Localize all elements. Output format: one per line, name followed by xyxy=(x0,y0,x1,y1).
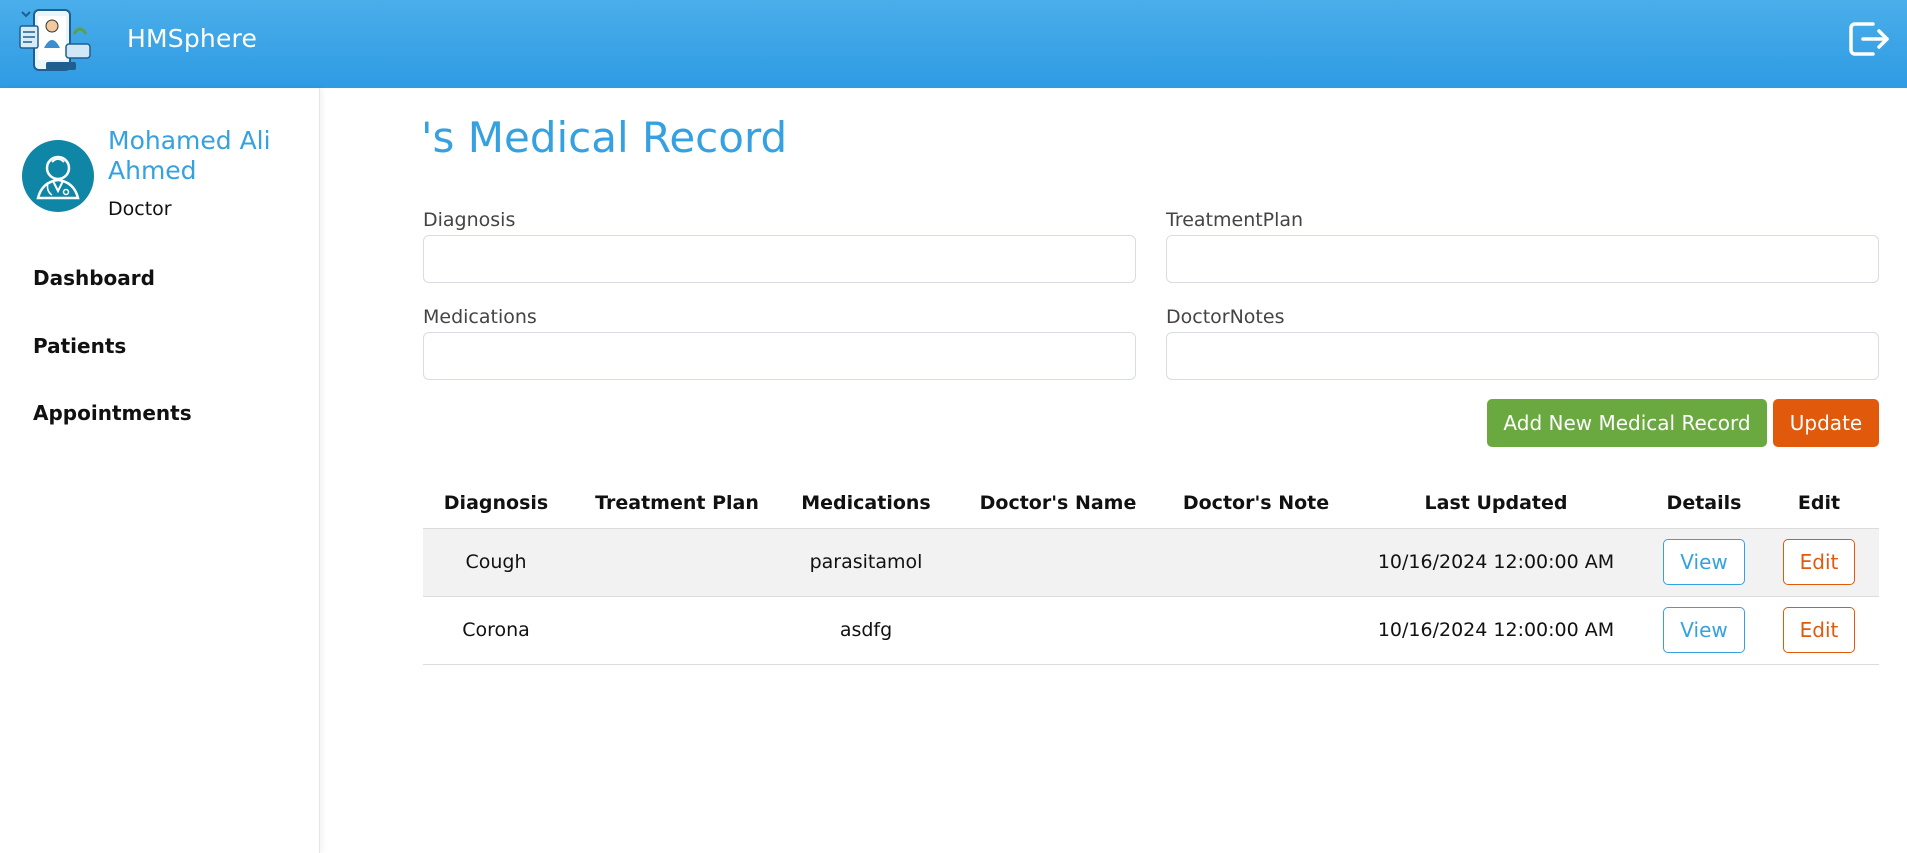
edit-button[interactable]: Edit xyxy=(1782,539,1856,585)
header-last-updated: Last Updated xyxy=(1424,491,1568,514)
cell-last-updated: 10/16/2024 12:00:00 AM xyxy=(1343,527,1649,596)
user-role: Doctor xyxy=(108,198,172,220)
update-button[interactable]: Update xyxy=(1773,399,1879,447)
header-treatment-plan: Treatment Plan xyxy=(595,491,759,514)
header-medications: Medications xyxy=(801,491,931,514)
medical-app-logo-icon[interactable] xyxy=(18,4,96,78)
cell-details: View xyxy=(1649,527,1759,596)
top-bar: HMSphere xyxy=(0,0,1907,88)
cell-doctors-note xyxy=(1169,595,1343,665)
header-details: Details xyxy=(1666,491,1742,514)
medications-input[interactable] xyxy=(423,332,1136,380)
table-row: Corona asdfg 10/16/2024 12:00:00 AM View… xyxy=(423,595,1879,665)
cell-doctors-name xyxy=(947,595,1169,665)
doctor-notes-label: DoctorNotes xyxy=(1166,306,1285,328)
sidebar: Mohamed Ali Ahmed Doctor Dashboard Patie… xyxy=(0,88,320,853)
header-doctors-note: Doctor's Note xyxy=(1182,491,1330,514)
sidebar-item-patients[interactable]: Patients xyxy=(33,334,126,358)
sidebar-item-appointments[interactable]: Appointments xyxy=(33,401,192,425)
view-button[interactable]: View xyxy=(1663,539,1745,585)
medications-label: Medications xyxy=(423,306,537,328)
add-medical-record-button[interactable]: Add New Medical Record xyxy=(1487,399,1767,447)
doctor-notes-input[interactable] xyxy=(1166,332,1879,380)
diagnosis-input[interactable] xyxy=(423,235,1136,283)
app-title: HMSphere xyxy=(127,24,258,53)
medical-records-table: Diagnosis Treatment Plan Medications Doc… xyxy=(423,478,1879,665)
sidebar-item-dashboard[interactable]: Dashboard xyxy=(33,266,155,290)
cell-edit: Edit xyxy=(1759,527,1879,596)
table-row: Cough parasitamol 10/16/2024 12:00:00 AM… xyxy=(423,527,1879,596)
cell-treatment-plan xyxy=(569,595,785,665)
header-edit: Edit xyxy=(1797,491,1841,514)
logout-icon[interactable] xyxy=(1847,20,1891,58)
user-name: Mohamed Ali Ahmed xyxy=(108,126,271,185)
table-header-row: Diagnosis Treatment Plan Medications Doc… xyxy=(423,478,1879,528)
cell-diagnosis: Corona xyxy=(423,595,569,665)
cell-doctors-note xyxy=(1169,527,1343,596)
cell-details: View xyxy=(1649,595,1759,665)
header-diagnosis: Diagnosis xyxy=(443,491,549,514)
cell-doctors-name xyxy=(947,527,1169,596)
edit-button[interactable]: Edit xyxy=(1782,607,1856,653)
page-title: 's Medical Record xyxy=(421,113,788,162)
doctor-avatar-icon xyxy=(22,140,94,212)
cell-treatment-plan xyxy=(569,527,785,596)
cell-medications: asdfg xyxy=(785,595,947,665)
treatment-plan-label: TreatmentPlan xyxy=(1166,209,1304,231)
cell-last-updated: 10/16/2024 12:00:00 AM xyxy=(1343,595,1649,665)
cell-edit: Edit xyxy=(1759,595,1879,665)
header-doctors-name: Doctor's Name xyxy=(979,491,1137,514)
cell-diagnosis: Cough xyxy=(423,527,569,596)
view-button[interactable]: View xyxy=(1663,607,1745,653)
cell-medications: parasitamol xyxy=(785,527,947,596)
diagnosis-label: Diagnosis xyxy=(423,209,516,231)
treatment-plan-input[interactable] xyxy=(1166,235,1879,283)
